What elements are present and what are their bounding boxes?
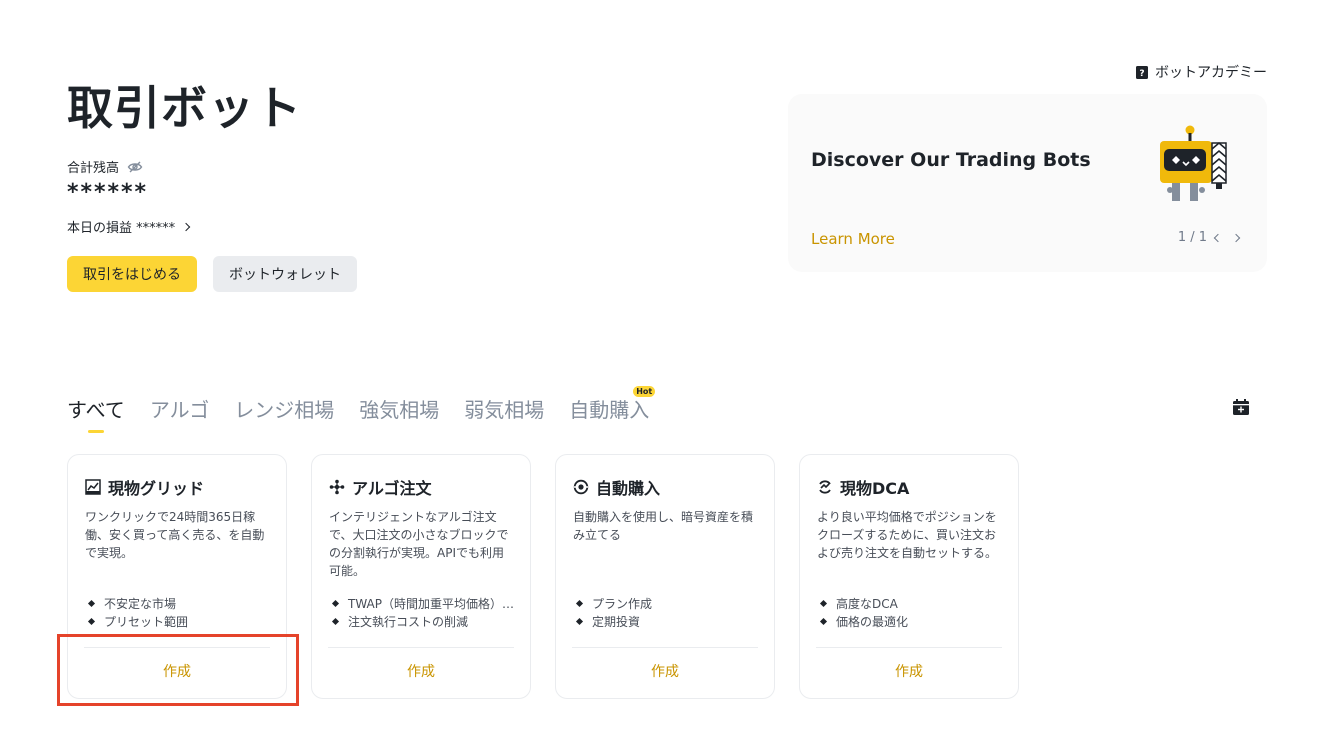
tab-bull-market[interactable]: 強気相場 — [359, 394, 439, 433]
today-pnl-link[interactable]: 本日の損益 ****** — [67, 217, 191, 236]
card-description: 自動購入を使用し、暗号資産を積み立てる — [573, 510, 754, 542]
balance-label-text: 合計残高 — [67, 161, 120, 176]
banner-pager: 1 / 1 — [1177, 230, 1241, 245]
chart-grid-icon — [85, 479, 101, 495]
chevron-right-icon[interactable] — [1231, 233, 1241, 242]
page-title: 取引ボット — [67, 81, 302, 135]
bot-category-tabs: すべて アルゴ レンジ相場 強気相場 弱気相場 自動購入 Hot — [67, 386, 656, 433]
pager-text: 1 / 1 — [1177, 230, 1207, 245]
card-title: アルゴ注文 — [352, 479, 432, 498]
divider — [572, 647, 758, 648]
card-title: 現物DCA — [840, 479, 910, 498]
total-balance-value: ****** — [67, 180, 149, 205]
spot-dca-card: 現物DCA より良い平均価格でポジションをクローズするために、買い注文および売り… — [799, 454, 1019, 699]
feature-item: 不安定な市場 — [85, 595, 271, 613]
book-icon: ? — [1135, 65, 1149, 80]
highlight-annotation — [57, 634, 299, 706]
card-header: 現物DCA — [817, 475, 909, 499]
promo-banner: Discover Our Trading Bots Learn More 1 /… — [788, 94, 1267, 272]
create-button[interactable]: 作成 — [800, 661, 1018, 681]
banner-title: Discover Our Trading Bots — [811, 149, 1091, 171]
auto-invest-icon — [573, 479, 589, 495]
total-balance-label: 合計残高 — [67, 157, 143, 176]
card-features: 不安定な市場 プリセット範囲 — [85, 595, 271, 631]
auto-invest-card: 自動購入 自動購入を使用し、暗号資産を積み立てる プラン作成 定期投資 作成 — [555, 454, 775, 699]
feature-item: プリセット範囲 — [85, 613, 271, 631]
tab-auto-invest[interactable]: 自動購入 Hot — [569, 386, 656, 433]
bot-wallet-button[interactable]: ボットウォレット — [213, 256, 357, 292]
bot-academy-link[interactable]: ? ボットアカデミー — [1135, 62, 1267, 82]
hide-balance-icon[interactable] — [127, 159, 143, 175]
algo-order-card: アルゴ注文 インテリジェントなアルゴ注文で、大口注文の小さなブロックでの分割執行… — [311, 454, 531, 699]
tab-range-market[interactable]: レンジ相場 — [234, 394, 334, 433]
create-button[interactable]: 作成 — [312, 661, 530, 681]
hot-badge: Hot — [633, 386, 656, 397]
card-title: 自動購入 — [596, 479, 661, 498]
card-title: 現物グリッド — [108, 479, 205, 498]
card-header: 自動購入 — [573, 475, 660, 499]
card-description: インテリジェントなアルゴ注文で、大口注文の小さなブロックでの分割執行が実現。AP… — [329, 510, 509, 578]
card-features: 高度なDCA 価格の最適化 — [817, 595, 1003, 631]
tab-all[interactable]: すべて — [67, 394, 125, 433]
svg-text:?: ? — [1139, 69, 1144, 79]
card-header: 現物グリッド — [85, 475, 204, 499]
bot-academy-label: ボットアカデミー — [1155, 65, 1267, 81]
dca-icon — [819, 480, 831, 494]
tab-auto-invest-label: 自動購入 — [569, 398, 650, 422]
chevron-right-icon — [181, 222, 191, 231]
card-features: プラン作成 定期投資 — [573, 595, 759, 631]
card-features: TWAP（時間加重平均価格）… 注文執行コストの削減 — [329, 595, 515, 631]
feature-item: プラン作成 — [573, 595, 759, 613]
create-button[interactable]: 作成 — [556, 661, 774, 681]
divider — [328, 647, 514, 648]
card-description: より良い平均価格でポジションをクローズするために、買い注文および売り注文を自動セ… — [817, 510, 998, 560]
today-pnl-text: 本日の損益 ****** — [67, 221, 176, 236]
robot-illustration — [1158, 124, 1234, 208]
chevron-left-icon[interactable] — [1213, 233, 1223, 242]
feature-item: 定期投資 — [573, 613, 759, 631]
card-description: ワンクリックで24時間365日稼働、安く買って高く売る、を自動で実現。 — [85, 510, 265, 560]
feature-item: 高度なDCA — [817, 595, 1003, 613]
learn-more-link[interactable]: Learn More — [811, 230, 895, 248]
start-trading-button[interactable]: 取引をはじめる — [67, 256, 197, 292]
tab-bear-market[interactable]: 弱気相場 — [464, 394, 544, 433]
calendar-icon[interactable] — [1232, 398, 1250, 416]
feature-item: 価格の最適化 — [817, 613, 1003, 631]
card-header: アルゴ注文 — [329, 475, 432, 499]
feature-item: 注文執行コストの削減 — [329, 613, 515, 631]
feature-item: TWAP（時間加重平均価格）… — [329, 595, 515, 613]
algo-icon — [329, 479, 345, 495]
tab-algo[interactable]: アルゴ — [150, 394, 209, 433]
divider — [816, 647, 1002, 648]
